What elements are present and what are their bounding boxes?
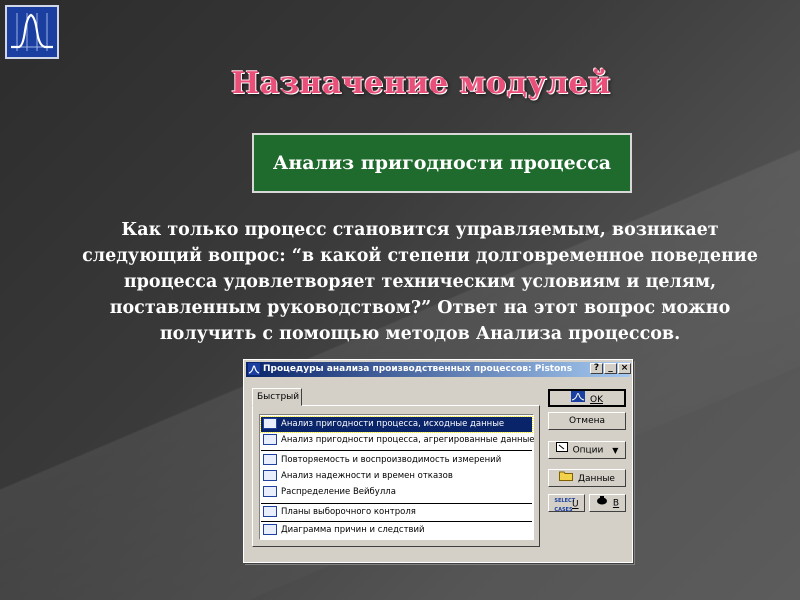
list-separator (261, 503, 532, 504)
dialog-title: Процедуры анализа производственных проце… (263, 364, 573, 374)
cause-effect-icon (263, 524, 277, 535)
folder-icon (559, 470, 574, 487)
tab-quick[interactable]: Быстрый (252, 388, 302, 406)
data-label: Данные (578, 474, 615, 484)
module-label: Анализ пригодности процесса (272, 152, 612, 174)
ok-button[interactable]: OK (548, 389, 626, 407)
ok-label: OK (590, 395, 603, 405)
options-button[interactable]: Опции ▼ (548, 441, 626, 459)
cancel-button[interactable]: Отмена (548, 412, 626, 430)
process-capability-icon (263, 434, 277, 445)
sampling-plan-icon (263, 506, 277, 517)
minimize-button[interactable]: _ (604, 363, 617, 374)
module-label-box: Анализ пригодности процесса (252, 133, 632, 193)
list-item[interactable]: Распределение Вейбулла (261, 485, 532, 500)
list-item[interactable]: Анализ пригодности процесса, агрегирован… (261, 433, 535, 448)
list-item[interactable]: Анализ пригодности процесса, исходные да… (260, 416, 533, 433)
options-icon (555, 442, 568, 458)
logo-icon (5, 5, 59, 59)
list-item[interactable]: Диаграмма причин и следствий (261, 523, 532, 538)
weibull-icon (263, 486, 277, 497)
select-cases-icon: SELECT CASES (554, 498, 576, 513)
body-text: Как только процесс становится управляемы… (82, 220, 758, 344)
list-item[interactable]: Повторяемость и воспроизводимость измере… (261, 453, 532, 468)
app-icon (248, 363, 260, 375)
chevron-down-icon: ▼ (612, 445, 619, 455)
procedures-dialog: Процедуры анализа производственных проце… (243, 359, 633, 563)
select-cases-button[interactable]: SELECT CASES U (548, 494, 585, 513)
weight-button[interactable]: B (589, 494, 626, 512)
weight-hotkey: B (612, 498, 620, 509)
reliability-icon (263, 470, 277, 481)
list-item[interactable]: Анализ надежности и времен отказов (261, 469, 532, 484)
stats-icon (571, 391, 585, 408)
gage-rr-icon (263, 454, 277, 465)
process-capability-icon (263, 418, 277, 429)
list-item[interactable]: Планы выборочного контроля (261, 505, 532, 520)
list-separator (261, 450, 532, 451)
options-label: Опции (572, 445, 604, 456)
select-cases-hotkey: U (572, 499, 579, 510)
dialog-titlebar[interactable]: Процедуры анализа производственных проце… (246, 362, 631, 377)
procedure-list[interactable]: Анализ пригодности процесса, исходные да… (259, 414, 535, 540)
slide-title: Назначение модулей (231, 66, 611, 101)
weight-icon (596, 495, 608, 511)
close-button[interactable]: × (618, 363, 631, 374)
help-button[interactable]: ? (590, 363, 603, 374)
list-separator (261, 521, 532, 522)
data-button[interactable]: Данные (548, 469, 626, 487)
